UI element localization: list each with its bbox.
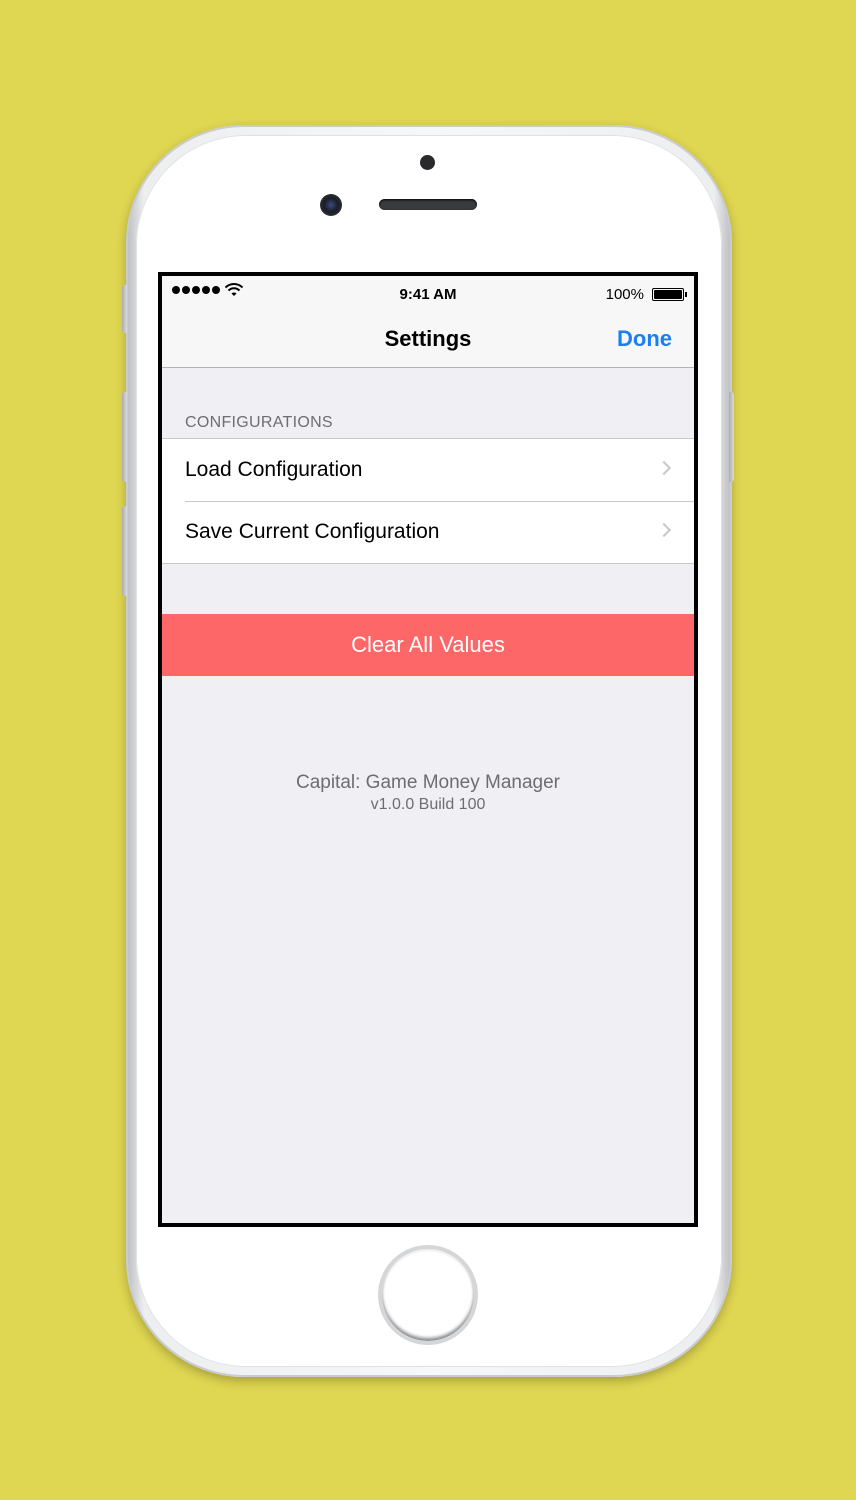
app-version: v1.0.0 Build 100 bbox=[370, 796, 486, 813]
status-bar: 9:41 AM 100% bbox=[162, 276, 694, 312]
clear-all-values-button[interactable]: Clear All Values bbox=[162, 614, 694, 676]
configurations-table: Load Configuration Save Current Configur… bbox=[162, 438, 694, 564]
section-header-configurations: CONFIGURATIONS bbox=[185, 414, 333, 431]
screen: 9:41 AM 100% Settings Done CONFIGURATION… bbox=[158, 272, 698, 1227]
home-button[interactable] bbox=[378, 1245, 478, 1345]
row-label: Load Configuration bbox=[185, 458, 363, 481]
chevron-right-icon bbox=[656, 522, 672, 538]
navigation-bar: Settings Done bbox=[162, 312, 694, 368]
load-configuration-row[interactable]: Load Configuration bbox=[162, 439, 694, 501]
power-button bbox=[729, 392, 734, 482]
mute-switch bbox=[122, 285, 127, 333]
proximity-sensor bbox=[420, 155, 435, 170]
volume-up-button bbox=[122, 392, 127, 482]
battery-percentage: 100% bbox=[605, 286, 644, 303]
chevron-right-icon bbox=[656, 460, 672, 476]
app-info: Capital: Game Money Manager v1.0.0 Build… bbox=[162, 772, 694, 814]
battery-icon bbox=[652, 288, 687, 301]
page-title: Settings bbox=[384, 326, 472, 351]
earpiece-speaker bbox=[379, 199, 477, 210]
row-label: Save Current Configuration bbox=[185, 520, 440, 543]
volume-down-button bbox=[122, 506, 127, 596]
save-configuration-row[interactable]: Save Current Configuration bbox=[162, 501, 694, 563]
app-name: Capital: Game Money Manager bbox=[295, 772, 560, 793]
front-camera bbox=[320, 194, 342, 216]
done-button[interactable]: Done bbox=[617, 326, 672, 352]
